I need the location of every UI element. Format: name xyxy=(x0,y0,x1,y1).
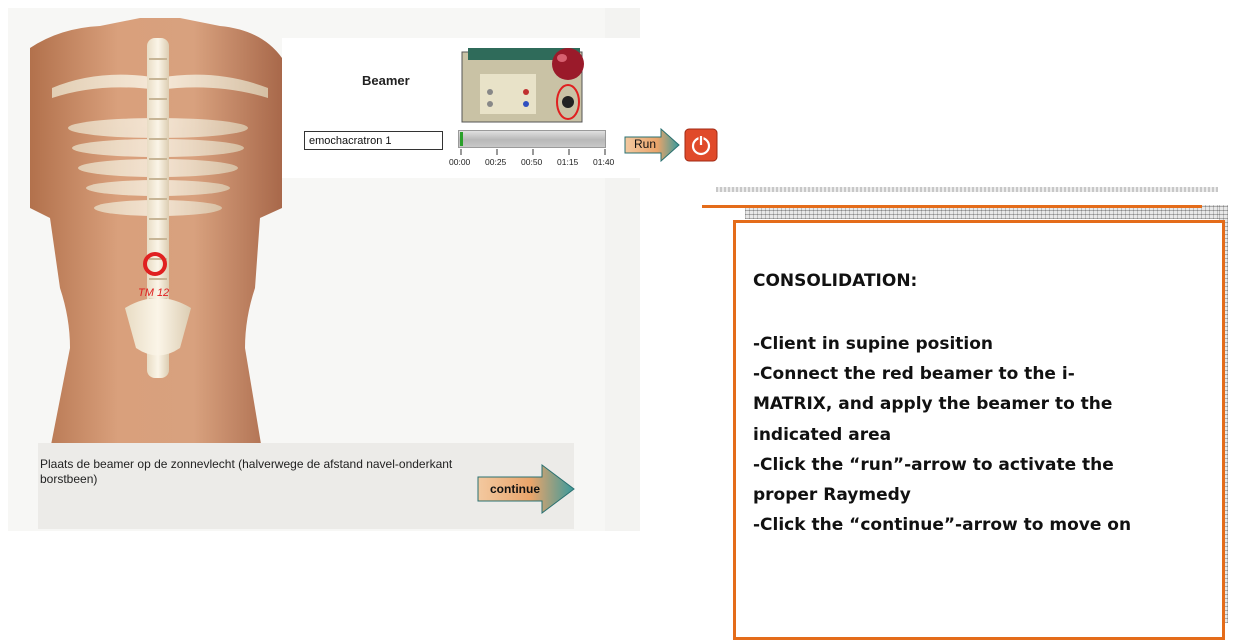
consolidation-line: -Click the “continue”-arrow to move on xyxy=(753,515,1132,536)
consolidation-line: indicated area xyxy=(753,424,892,445)
beamer-device-image xyxy=(461,48,584,123)
orange-divider-line xyxy=(702,205,1202,208)
progress-bar xyxy=(458,130,606,148)
consolidation-line: -Click the “run”-arrow to activate the xyxy=(753,454,1114,475)
treatment-point-label: TM 12 xyxy=(138,287,169,299)
consolidation-line: MATRIX, and apply the beamer to the xyxy=(753,394,1113,415)
time-scale: 00:00 00:25 00:50 01:15 01:40 xyxy=(449,149,619,171)
consolidation-line: -Client in supine position xyxy=(753,334,994,354)
decorative-grid-line xyxy=(716,187,1218,192)
beamer-title: Beamer xyxy=(362,73,410,88)
run-button-label[interactable]: Run xyxy=(634,137,656,151)
tick-label: 00:25 xyxy=(485,157,507,167)
consolidation-line: -Connect the red beamer to the i- xyxy=(753,364,1075,385)
power-button-icon[interactable] xyxy=(684,128,718,162)
tick-label: 00:00 xyxy=(449,157,471,167)
tick-label: 01:15 xyxy=(557,157,579,167)
continue-button-label[interactable]: continue xyxy=(490,482,540,496)
consolidation-line: proper Raymedy xyxy=(753,485,911,506)
tick-label: 01:40 xyxy=(593,157,615,167)
program-name-field[interactable]: emochacratron 1 xyxy=(304,131,443,150)
body-figure-image: TM 12 xyxy=(30,18,292,450)
progress-fill xyxy=(460,132,463,146)
tick-label: 00:50 xyxy=(521,157,543,167)
instruction-text: Plaats de beamer op de zonnevlecht (halv… xyxy=(40,457,453,486)
consolidation-list: -Client in supine position -Connect the … xyxy=(753,329,1213,540)
consolidation-title: CONSOLIDATION: xyxy=(753,271,918,291)
